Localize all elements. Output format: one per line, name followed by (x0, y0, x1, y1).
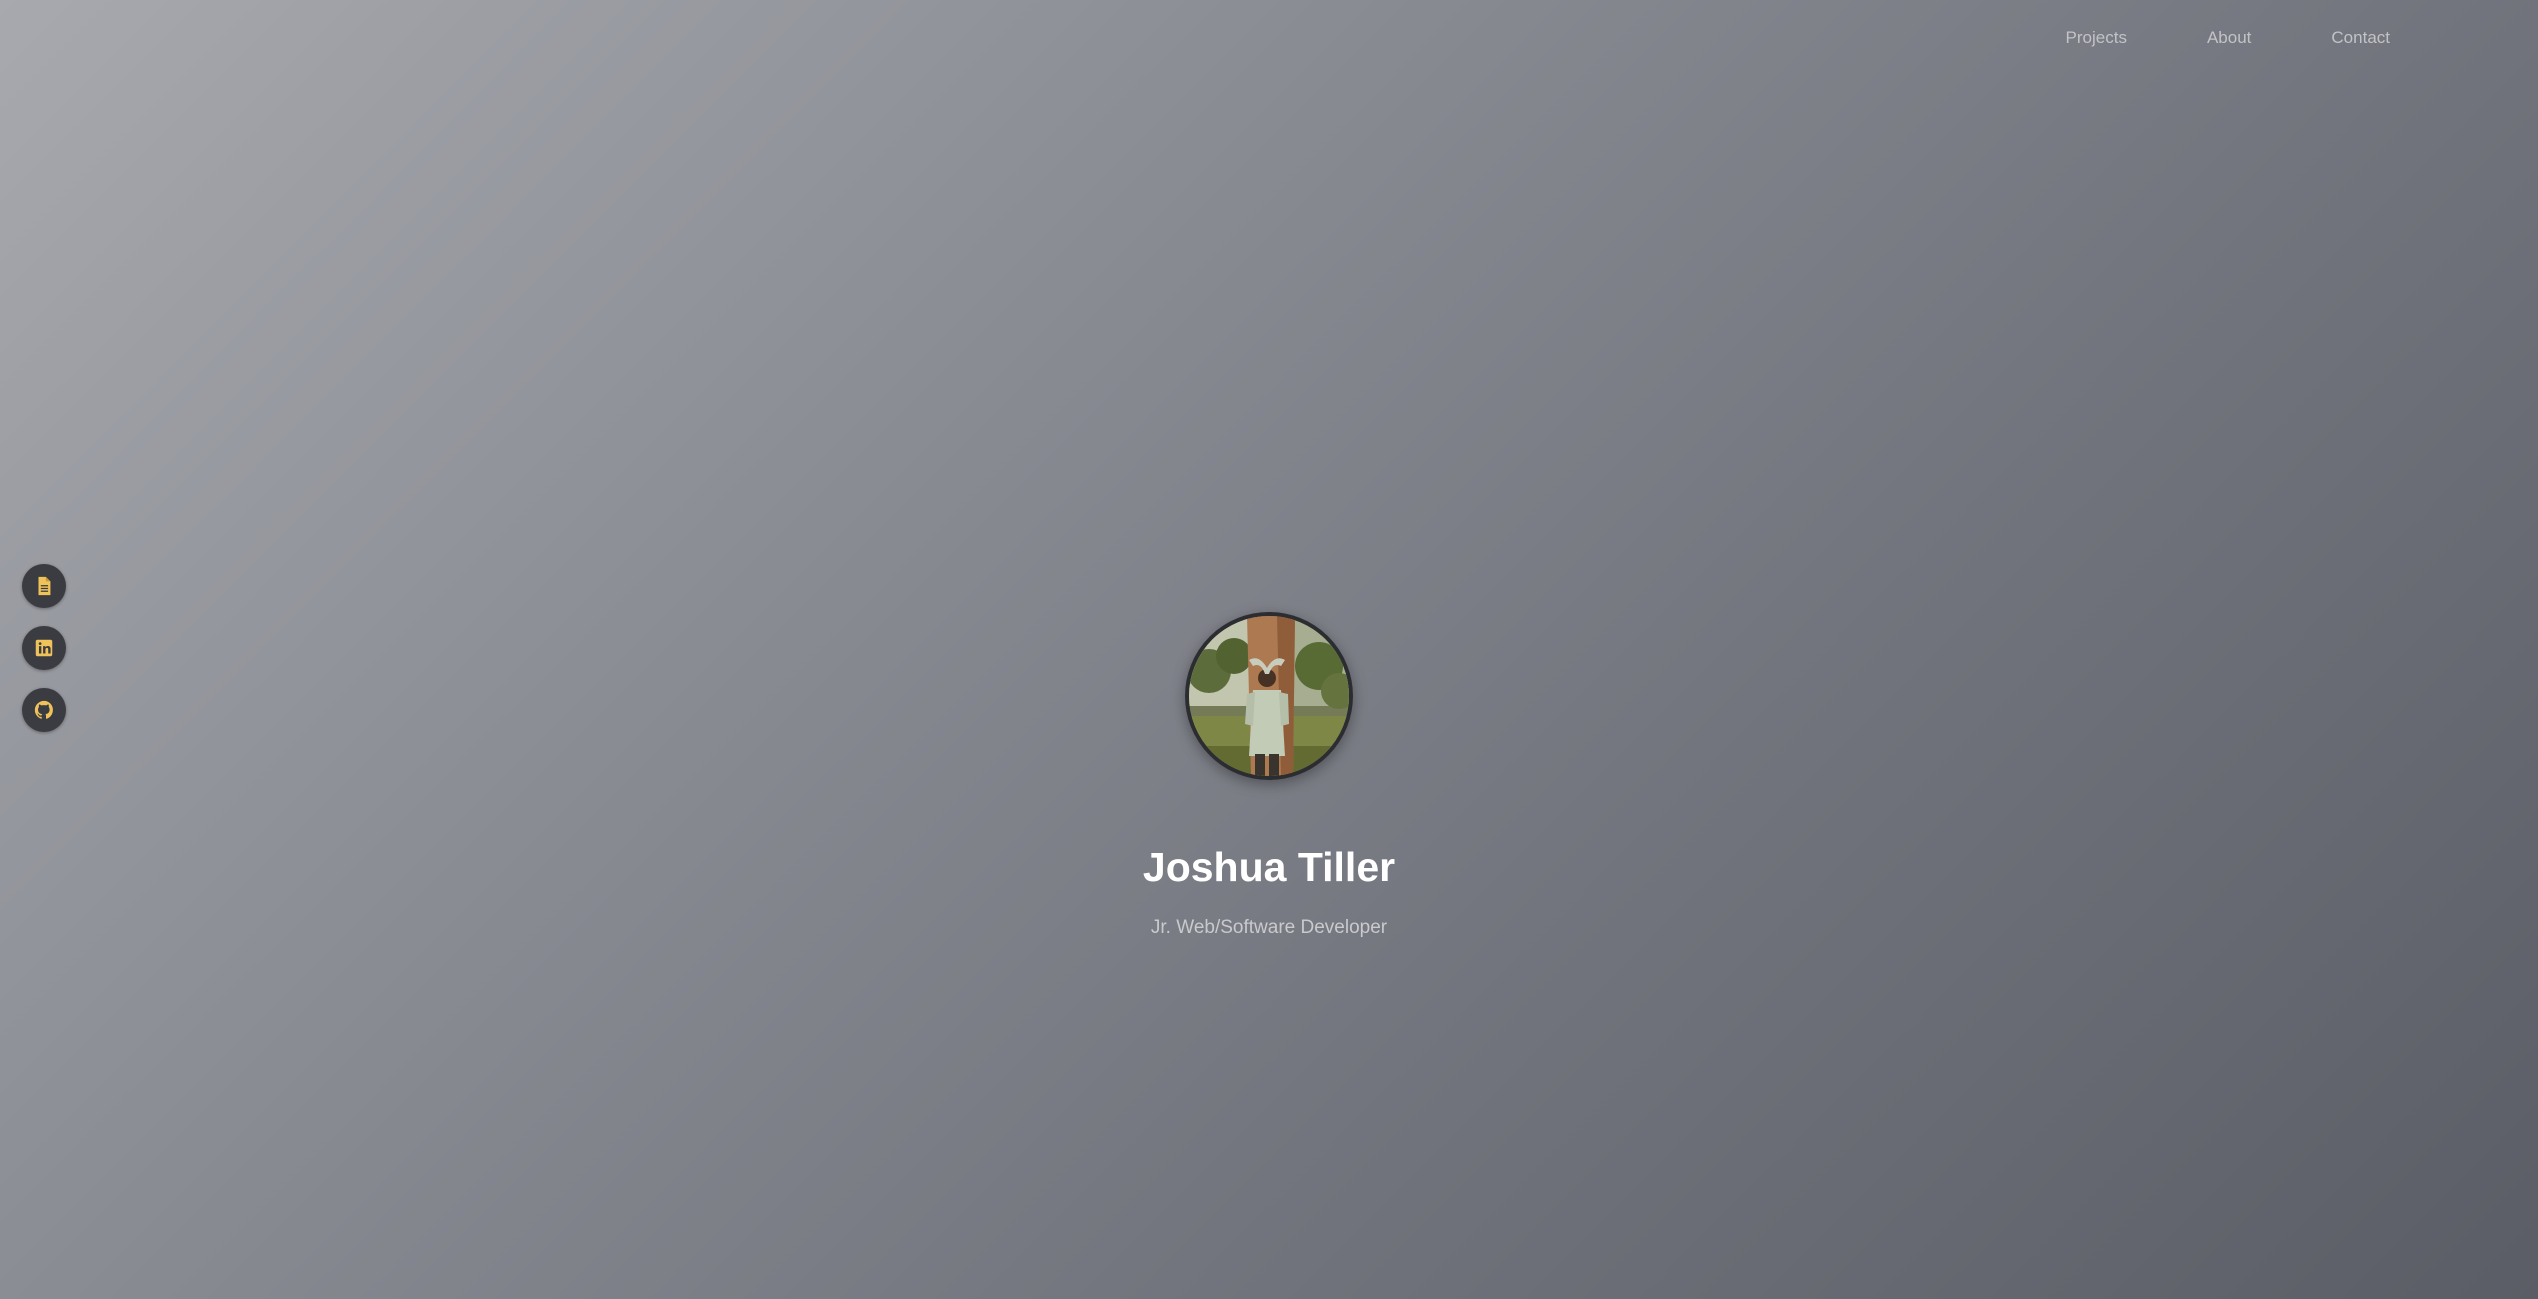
profile-title: Jr. Web/Software Developer (1150, 917, 1388, 938)
document-icon (38, 576, 51, 596)
nav-link-about[interactable]: About (2207, 28, 2251, 48)
profile-photo (1185, 612, 1353, 780)
top-nav: Projects About Contact (2066, 28, 2390, 48)
resume-button[interactable] (22, 564, 66, 608)
nav-link-projects[interactable]: Projects (2066, 28, 2127, 48)
profile-photo-image (1189, 616, 1349, 776)
hero-section: Joshua Tiller Jr. Web/Software Developer (0, 612, 2538, 939)
nav-link-contact[interactable]: Contact (2331, 28, 2390, 48)
profile-name: Joshua Tiller (1142, 844, 1396, 890)
